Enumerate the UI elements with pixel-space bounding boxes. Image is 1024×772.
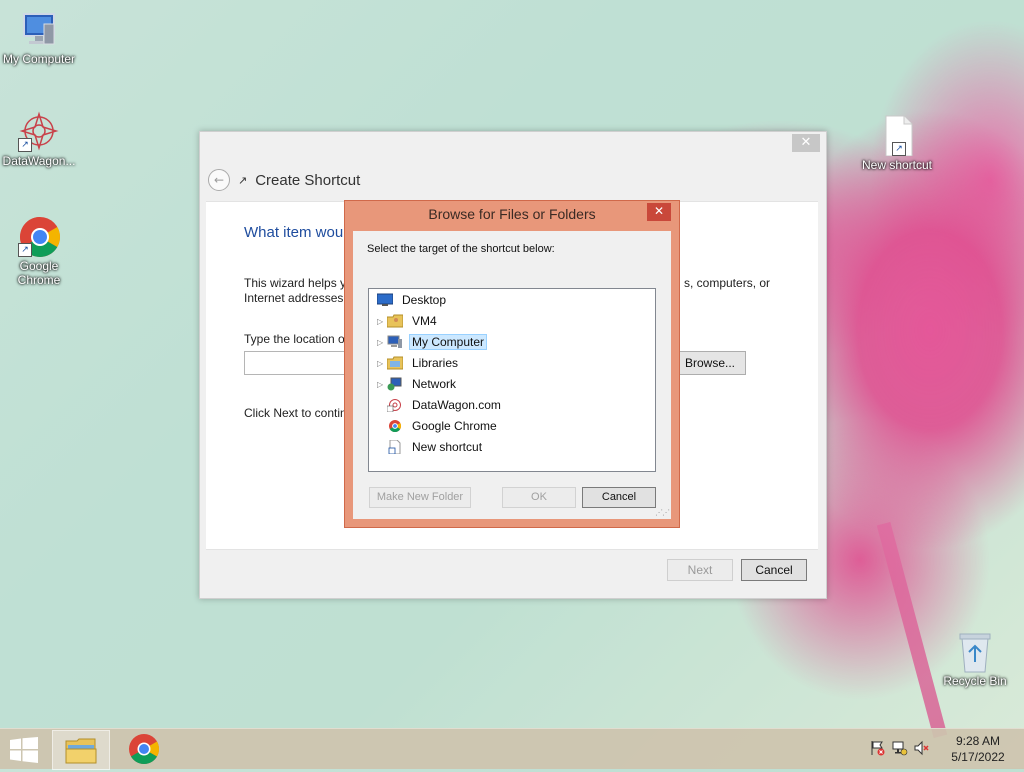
shortcut-arrow-icon: ↗ (238, 173, 248, 187)
tree-item-datawagon[interactable]: DataWagon.com (386, 396, 504, 414)
tree-item-libraries[interactable]: ▷ Libraries (377, 354, 461, 372)
tree-item-google-chrome[interactable]: Google Chrome (387, 417, 500, 435)
wizard-title: Create Shortcut (255, 171, 361, 189)
shortcut-arrow-icon: ↗ (18, 138, 32, 152)
taskbar: 9:28 AM 5/17/2022 (0, 728, 1024, 770)
datawagon-icon: ↗ (18, 110, 60, 152)
dialog-cancel-button[interactable]: Cancel (582, 487, 656, 508)
desktop-icon-new-shortcut[interactable]: ↗ New shortcut (858, 114, 936, 172)
desktop-icon-label: DataWagon... (2, 154, 76, 168)
back-arrow-icon[interactable]: ← (208, 169, 230, 191)
dialog-client-area: Select the target of the shortcut below:… (353, 231, 671, 519)
tree-item-new-shortcut[interactable]: New shortcut (387, 438, 485, 456)
expand-arrow-icon[interactable]: ▷ (377, 338, 387, 347)
wizard-help-text: This wizard helps yo (244, 276, 353, 290)
network-icon (387, 377, 403, 391)
tree-item-network[interactable]: ▷ Network (377, 375, 459, 393)
expand-arrow-icon[interactable]: ▷ (377, 359, 387, 368)
folder-tree[interactable]: Desktop ▷ VM4 ▷ My Computer ▷ Libraries … (368, 288, 656, 472)
dialog-instruction: Select the target of the shortcut below: (367, 243, 555, 255)
desktop-icon-label: Google Chrome (17, 259, 61, 287)
shortcut-file-icon (387, 439, 403, 455)
datawagon-shortcut-icon (386, 398, 403, 413)
shortcut-file-icon: ↗ (876, 114, 918, 157)
desktop-icon-datawagon[interactable]: ↗ DataWagon... (0, 110, 78, 168)
user-folder-icon (386, 314, 404, 328)
network-status-icon[interactable] (892, 740, 908, 760)
shortcut-arrow-icon: ↗ (18, 243, 32, 257)
windows-logo-icon (10, 737, 38, 763)
expand-arrow-icon[interactable]: ▷ (377, 380, 387, 389)
cancel-button[interactable]: Cancel (741, 559, 807, 581)
expand-arrow-icon[interactable]: ▷ (377, 317, 387, 326)
start-button[interactable] (10, 737, 38, 763)
resize-grip-icon[interactable]: ⋰⋰ (655, 508, 670, 517)
recycle-bin-icon (954, 630, 996, 673)
system-tray (870, 740, 930, 760)
desktop-icon (376, 293, 394, 307)
desktop-icon-label: My Computer (2, 52, 76, 66)
desktop-icon-my-computer[interactable]: My Computer (0, 8, 78, 66)
taskbar-chrome[interactable] (122, 730, 166, 768)
desktop-icon-label: New shortcut (861, 158, 933, 172)
browse-button[interactable]: Browse... (674, 351, 746, 375)
computer-icon (387, 335, 403, 349)
dialog-title: Browse for Files or Folders (428, 206, 596, 222)
chrome-shortcut-icon (387, 419, 403, 433)
action-center-flag-icon[interactable] (870, 740, 886, 760)
desktop-icon-recycle-bin[interactable]: Recycle Bin (936, 630, 1014, 688)
shortcut-arrow-icon: ↗ (892, 142, 906, 156)
computer-icon (18, 8, 60, 50)
volume-muted-icon[interactable] (914, 740, 930, 760)
chrome-icon: ↗ (18, 215, 60, 257)
wizard-help-text-right: s, computers, or (684, 276, 771, 290)
libraries-icon (386, 356, 404, 370)
location-input[interactable] (244, 351, 356, 375)
ok-button[interactable]: OK (502, 487, 576, 508)
browse-dialog: Browse for Files or Folders ✕ Select the… (344, 200, 680, 528)
make-new-folder-button[interactable]: Make New Folder (369, 487, 471, 508)
next-button[interactable]: Next (667, 559, 733, 581)
clock-date: 5/17/2022 (951, 750, 1005, 764)
wizard-help-text-line2: Internet addresses. (244, 291, 347, 305)
next-hint-text: Click Next to contin (244, 406, 347, 420)
wizard-question: What item wou (244, 224, 344, 241)
location-label: Type the location o (244, 332, 345, 346)
chrome-icon (129, 734, 160, 765)
taskbar-file-explorer[interactable] (52, 730, 110, 770)
close-icon[interactable]: ✕ (647, 203, 671, 221)
tree-item-my-computer[interactable]: ▷ My Computer (377, 333, 488, 351)
taskbar-clock[interactable]: 9:28 AM 5/17/2022 (940, 733, 1016, 765)
tree-item-desktop[interactable]: Desktop (376, 291, 449, 309)
tree-item-vm4[interactable]: ▷ VM4 (377, 312, 440, 330)
desktop-icon-chrome[interactable]: ↗ Google Chrome (0, 215, 78, 287)
folder-icon (65, 738, 97, 764)
desktop-icon-label: Recycle Bin (943, 674, 1007, 688)
clock-time: 9:28 AM (955, 734, 1001, 748)
close-icon[interactable]: ✕ (792, 134, 820, 152)
wizard-header: ← ↗ Create Shortcut (208, 168, 360, 192)
